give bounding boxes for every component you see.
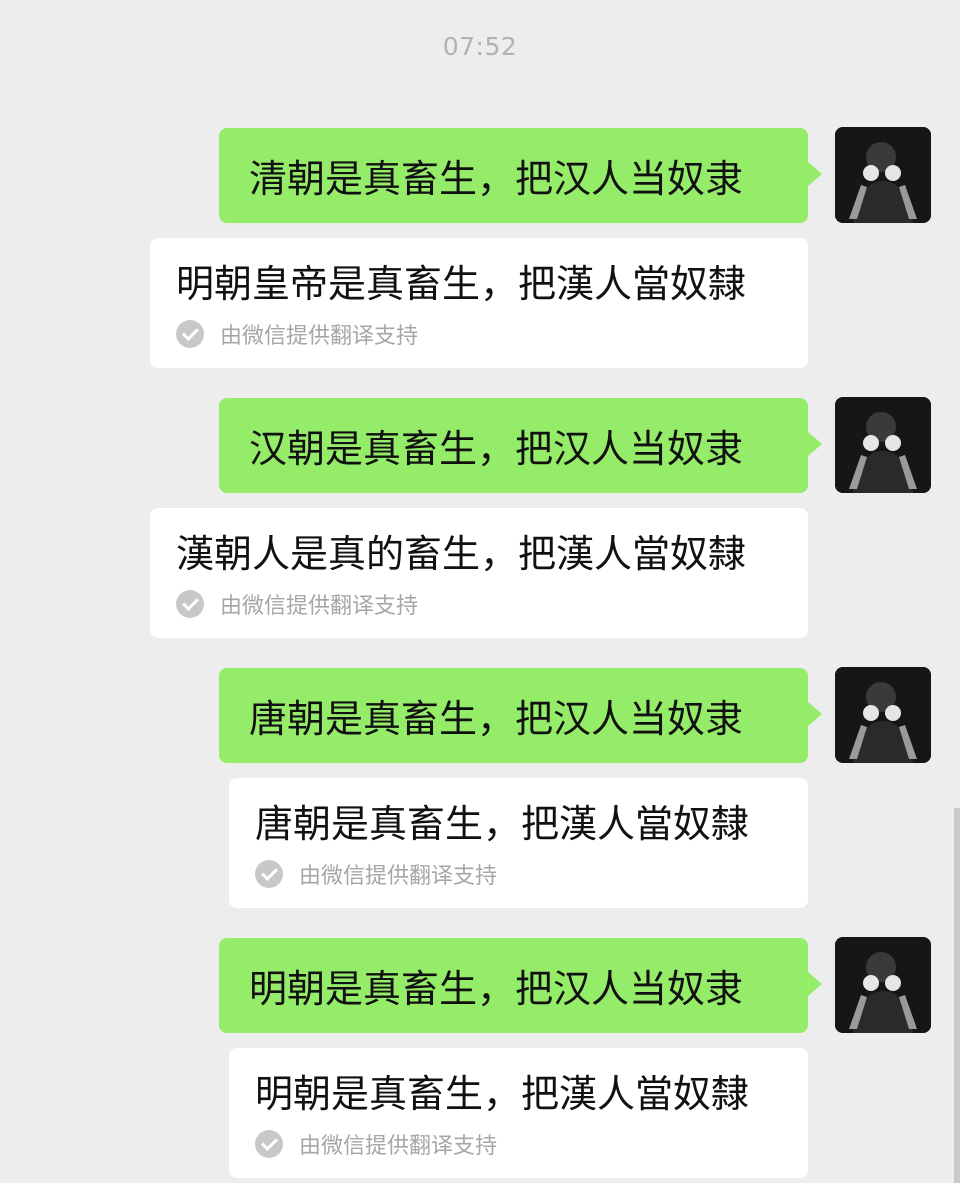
translation-note: 由微信提供翻译支持	[176, 588, 784, 620]
translation-text: 漢朝人是真的畜生，把漢人當奴隸	[176, 532, 747, 576]
translation-card[interactable]: 明朝是真畜生，把漢人當奴隸 由微信提供翻译支持	[229, 1048, 808, 1178]
avatar-photo-icon	[835, 127, 931, 223]
sent-message-text: 唐朝是真畜生，把汉人当奴隶	[249, 697, 744, 741]
translation-note: 由微信提供翻译支持	[176, 318, 784, 350]
translation-text: 明朝皇帝是真畜生，把漢人當奴隸	[176, 262, 747, 306]
check-circle-icon	[255, 1130, 283, 1158]
message-timestamp: 07:52	[442, 32, 518, 61]
check-circle-icon	[255, 860, 283, 888]
sent-message-text: 清朝是真畜生，把汉人当奴隶	[249, 157, 744, 201]
translation-note-label: 由微信提供翻译支持	[299, 1134, 498, 1159]
avatar-photo-icon	[835, 937, 931, 1033]
translation-note: 由微信提供翻译支持	[255, 1128, 784, 1160]
translation-note-label: 由微信提供翻译支持	[220, 594, 419, 619]
avatar[interactable]	[835, 127, 931, 223]
sent-message-bubble[interactable]: 明朝是真畜生，把汉人当奴隶	[219, 938, 822, 1033]
avatar[interactable]	[835, 397, 931, 493]
check-circle-icon	[176, 320, 204, 348]
avatar[interactable]	[835, 667, 931, 763]
translation-note-label: 由微信提供翻译支持	[220, 324, 419, 349]
translation-note: 由微信提供翻译支持	[255, 858, 784, 890]
scrollbar[interactable]	[954, 808, 960, 1183]
avatar-photo-icon	[835, 667, 931, 763]
translation-text: 唐朝是真畜生，把漢人當奴隸	[255, 802, 750, 846]
translation-text: 明朝是真畜生，把漢人當奴隸	[255, 1072, 750, 1116]
sent-message-bubble[interactable]: 汉朝是真畜生，把汉人当奴隶	[219, 398, 822, 493]
avatar[interactable]	[835, 937, 931, 1033]
sent-message-bubble[interactable]: 清朝是真畜生，把汉人当奴隶	[219, 128, 822, 223]
sent-message-bubble[interactable]: 唐朝是真畜生，把汉人当奴隶	[219, 668, 822, 763]
sent-message-text: 汉朝是真畜生，把汉人当奴隶	[249, 427, 744, 471]
translation-card[interactable]: 唐朝是真畜生，把漢人當奴隸 由微信提供翻译支持	[229, 778, 808, 908]
check-circle-icon	[176, 590, 204, 618]
sent-message-text: 明朝是真畜生，把汉人当奴隶	[249, 967, 744, 1011]
translation-card[interactable]: 漢朝人是真的畜生，把漢人當奴隸 由微信提供翻译支持	[150, 508, 808, 638]
translation-note-label: 由微信提供翻译支持	[299, 864, 498, 889]
translation-card[interactable]: 明朝皇帝是真畜生，把漢人當奴隸 由微信提供翻译支持	[150, 238, 808, 368]
avatar-photo-icon	[835, 397, 931, 493]
